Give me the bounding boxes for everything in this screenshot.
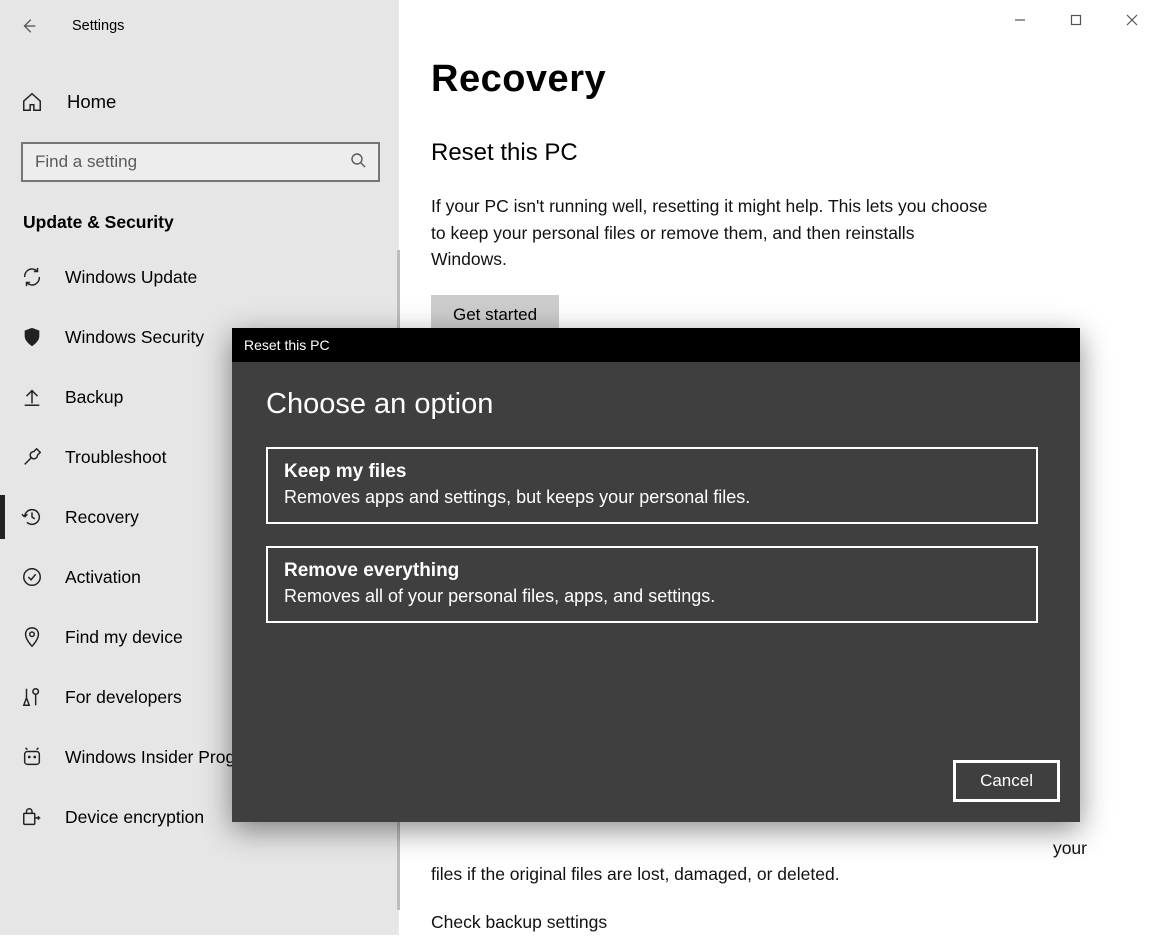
option-desc: Removes all of your personal files, apps… <box>284 586 1020 607</box>
reset-heading: Reset this PC <box>431 139 1160 167</box>
reset-description: If your PC isn't running well, resetting… <box>431 193 991 273</box>
reset-pc-dialog: Reset this PC Choose an option Keep my f… <box>232 328 1080 822</box>
page-title: Recovery <box>431 58 1160 101</box>
location-icon <box>21 626 43 648</box>
sidebar-item-label: Troubleshoot <box>65 447 167 468</box>
partial-text-line1: files if the original files are lost, da… <box>431 861 1111 887</box>
option-remove-everything[interactable]: Remove everything Removes all of your pe… <box>266 546 1038 623</box>
partial-text-right: your <box>431 835 1111 861</box>
home-nav[interactable]: Home <box>0 76 398 128</box>
check-circle-icon <box>21 566 43 588</box>
back-button[interactable] <box>20 17 38 35</box>
insider-icon <box>21 746 43 768</box>
option-desc: Removes apps and settings, but keeps you… <box>284 487 1020 508</box>
option-title: Keep my files <box>284 461 1020 483</box>
sidebar-item-label: For developers <box>65 687 182 708</box>
option-title: Remove everything <box>284 560 1020 582</box>
dialog-title: Reset this PC <box>232 328 1080 362</box>
maximize-button[interactable] <box>1048 0 1104 40</box>
sidebar-item-label: Activation <box>65 567 141 588</box>
home-icon <box>21 91 43 113</box>
search-icon <box>350 152 366 173</box>
sidebar-item-windows-update[interactable]: Windows Update <box>0 247 398 307</box>
sidebar-item-label: Backup <box>65 387 123 408</box>
search-input[interactable] <box>33 151 368 173</box>
sidebar-item-label: Device encryption <box>65 807 204 828</box>
home-label: Home <box>67 91 116 113</box>
sidebar-item-label: Recovery <box>65 507 139 528</box>
app-title: Settings <box>72 18 124 34</box>
close-button[interactable] <box>1104 0 1160 40</box>
wrench-icon <box>21 446 43 468</box>
encryption-icon <box>21 806 43 828</box>
shield-icon <box>21 326 43 348</box>
history-icon <box>21 506 43 528</box>
sidebar-item-label: Find my device <box>65 627 183 648</box>
backup-icon <box>21 386 43 408</box>
cancel-button[interactable]: Cancel <box>953 760 1060 802</box>
sync-icon <box>21 266 43 288</box>
search-input-box[interactable] <box>21 142 380 182</box>
sidebar-item-label: Windows Update <box>65 267 197 288</box>
minimize-button[interactable] <box>992 0 1048 40</box>
option-keep-my-files[interactable]: Keep my files Removes apps and settings,… <box>266 447 1038 524</box>
check-backup-link[interactable]: Check backup settings <box>431 909 1111 935</box>
sidebar-item-label: Windows Security <box>65 327 204 348</box>
tools-icon <box>21 686 43 708</box>
dialog-heading: Choose an option <box>266 388 1046 421</box>
section-header: Update & Security <box>0 182 398 247</box>
